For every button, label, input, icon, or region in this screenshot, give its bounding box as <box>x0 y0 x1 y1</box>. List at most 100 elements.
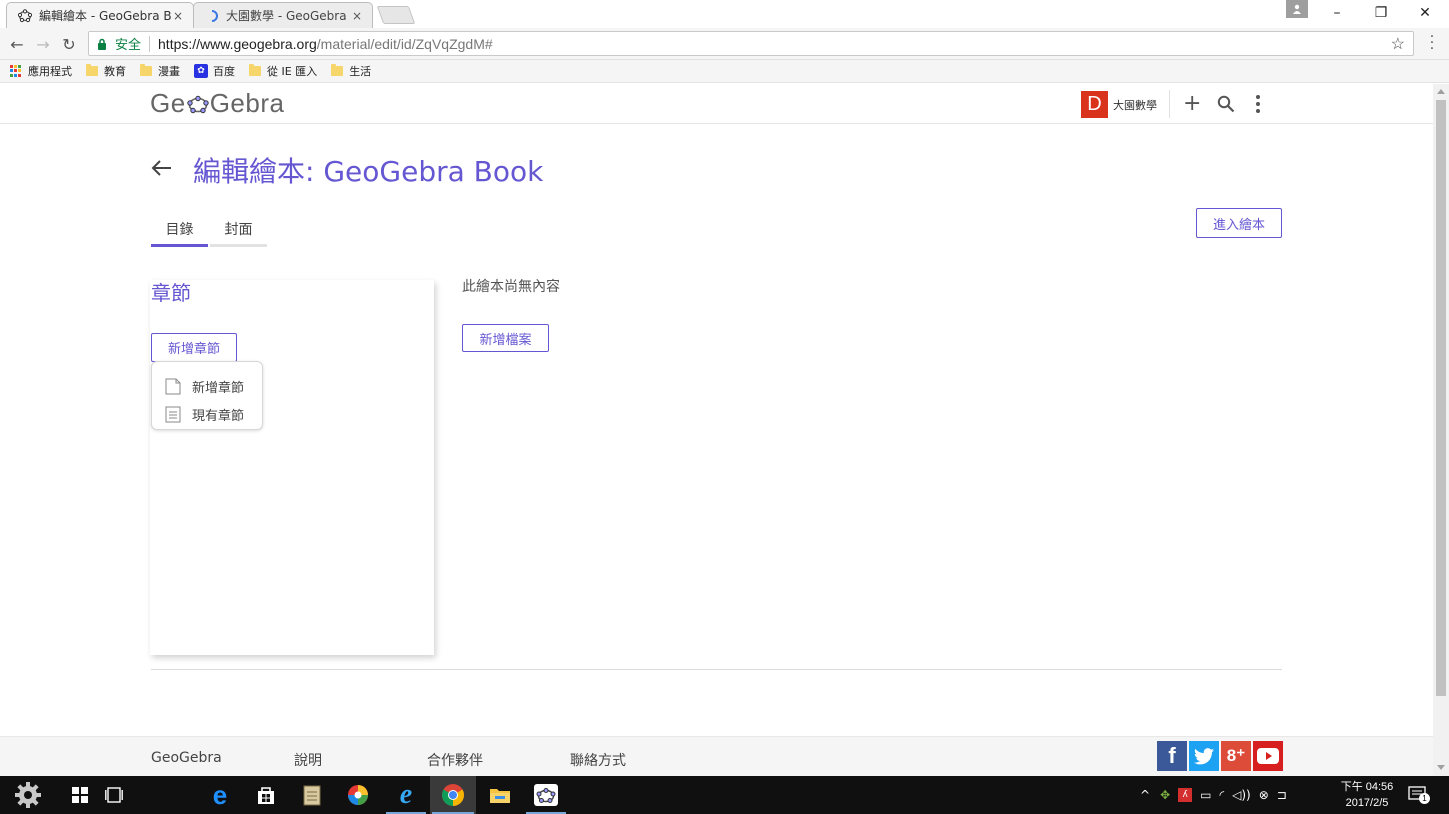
bookmark-life[interactable]: 生活 <box>331 63 371 79</box>
bookmark-imported-ie[interactable]: 從 IE 匯入 <box>249 63 317 79</box>
close-window-button[interactable]: ✕ <box>1403 0 1447 26</box>
menu-item-new-chapter[interactable]: 新增章節 <box>152 372 262 400</box>
geogebra-favicon-icon <box>17 8 33 24</box>
content-divider <box>151 669 1282 670</box>
bookmark-label: 應用程式 <box>28 65 72 78</box>
google-plus-icon[interactable]: 8⁺ <box>1221 741 1251 771</box>
color-wheel-app-icon[interactable] <box>338 776 378 814</box>
internet-explorer-icon[interactable]: e <box>384 776 428 814</box>
page-viewport: Ge Gebra D 大園數學 + 編輯繪本: GeoGebra Book 目錄… <box>0 84 1433 776</box>
reload-button[interactable]: ↻ <box>58 32 80 56</box>
url-path: /material/edit/id/ZqVqZgdM# <box>316 35 493 52</box>
browser-tab-strip: 編輯繪本 - GeoGebra Bo × 大園數學 - GeoGebra × –… <box>0 0 1449 28</box>
geogebra-header: Ge Gebra D 大園數學 + <box>0 84 1433 124</box>
user-avatar[interactable]: D <box>1081 91 1108 118</box>
text-page-icon <box>164 406 181 423</box>
folder-icon <box>331 64 344 76</box>
folder-icon <box>249 64 261 76</box>
bookmark-apps[interactable]: 應用程式 <box>10 63 72 79</box>
footer-link-partners[interactable]: 合作夥伴 <box>427 750 483 770</box>
loading-favicon-icon <box>204 8 220 24</box>
action-center-icon[interactable]: 1 <box>1408 785 1430 805</box>
header-divider <box>1169 90 1170 118</box>
input-method-icon[interactable]: ⊐ <box>1277 788 1287 802</box>
windows-taskbar: e e ^ ✥ ʎ ▭ ◜ ◁)) ⊗ ⊐ 下午 04:56 2017/2/5 … <box>0 776 1449 814</box>
tray-expand-icon[interactable]: ^ <box>1140 788 1150 802</box>
more-options-icon[interactable] <box>1254 95 1262 113</box>
task-view-icon[interactable] <box>96 776 132 814</box>
search-icon[interactable] <box>1217 95 1235 117</box>
windows-start-icon[interactable] <box>62 776 98 814</box>
address-separator <box>149 35 151 52</box>
back-arrow-icon[interactable] <box>150 158 172 182</box>
user-name[interactable]: 大園數學 <box>1113 97 1157 113</box>
browser-tab-edit-book[interactable]: 編輯繪本 - GeoGebra Bo × <box>6 2 194 28</box>
volume-icon[interactable]: ◁)) <box>1232 788 1251 802</box>
taskbar-clock[interactable]: 下午 04:56 2017/2/5 <box>1333 779 1401 811</box>
bookmark-label: 漫畫 <box>158 65 180 78</box>
tab-cover[interactable]: 封面 <box>210 217 267 247</box>
page-scrollbar[interactable] <box>1433 84 1449 776</box>
browser-profile-icon[interactable] <box>1286 0 1308 18</box>
settings-gear-icon[interactable] <box>10 776 46 814</box>
geogebra-logo[interactable]: Ge Gebra <box>150 88 284 119</box>
bookmark-label: 百度 <box>213 65 235 78</box>
youtube-icon[interactable] <box>1253 741 1283 771</box>
scroll-up-icon[interactable] <box>1437 89 1445 94</box>
apps-grid-icon <box>10 65 22 77</box>
wifi-icon[interactable]: ◜ <box>1219 788 1224 802</box>
menu-item-label: 新增章節 <box>192 380 245 396</box>
chrome-icon[interactable] <box>430 776 476 814</box>
restore-button[interactable]: ❐ <box>1359 0 1403 26</box>
empty-book-message: 此繪本尚無內容 <box>462 279 560 295</box>
minimize-button[interactable]: – <box>1315 0 1359 26</box>
baidu-paw-icon: ✿ <box>194 64 208 78</box>
folder-icon <box>140 64 152 76</box>
address-bar[interactable]: 安全 https://www.geogebra.org /material/ed… <box>88 31 1414 56</box>
tab-title: 大園數學 - GeoGebra <box>226 9 347 23</box>
tab-close-icon[interactable]: × <box>350 9 364 23</box>
close-circle-tray-icon[interactable]: ⊗ <box>1259 788 1269 802</box>
scroll-down-icon[interactable] <box>1437 765 1445 770</box>
add-icon[interactable]: + <box>1183 93 1201 115</box>
bookmark-baidu[interactable]: ✿ 百度 <box>194 63 235 79</box>
file-explorer-icon[interactable] <box>478 776 522 814</box>
add-chapter-dropdown: 新增章節 現有章節 <box>151 361 263 430</box>
back-button[interactable]: ← <box>6 32 28 56</box>
add-chapter-button[interactable]: 新增章節 <box>151 333 237 362</box>
battery-icon[interactable]: ▭ <box>1200 788 1211 802</box>
forward-button[interactable]: → <box>32 32 54 56</box>
add-file-button[interactable]: 新增檔案 <box>462 324 549 352</box>
store-icon[interactable] <box>246 776 286 814</box>
footer-link-geogebra[interactable]: GeoGebra <box>151 750 222 766</box>
edge-browser-icon[interactable]: e <box>200 776 240 814</box>
bookmarks-bar: 應用程式 教育 漫畫 ✿ 百度 從 IE 匯入 生活 <box>0 60 1449 83</box>
bookmark-label: 教育 <box>104 65 126 78</box>
tab-contents[interactable]: 目錄 <box>151 217 208 247</box>
new-tab-button[interactable] <box>376 6 416 24</box>
browser-toolbar: ← → ↻ 安全 https://www.geogebra.org /mater… <box>0 28 1449 60</box>
bookmark-star-icon[interactable]: ☆ <box>1391 34 1405 54</box>
enter-book-button[interactable]: 進入繪本 <box>1196 208 1282 238</box>
footer-link-contact[interactable]: 聯絡方式 <box>570 750 626 770</box>
logo-text-right: Gebra <box>209 88 285 118</box>
bookmark-label: 從 IE 匯入 <box>267 65 318 78</box>
footer-link-help[interactable]: 說明 <box>294 750 322 770</box>
facebook-icon[interactable]: f <box>1157 741 1187 771</box>
browser-menu-icon[interactable]: · · · <box>1426 30 1438 56</box>
bookmark-comics[interactable]: 漫畫 <box>140 63 180 79</box>
tab-close-icon[interactable]: × <box>171 9 185 23</box>
notification-count: 1 <box>1419 793 1430 804</box>
browser-tab-dayuan-math[interactable]: 大園數學 - GeoGebra × <box>193 2 373 28</box>
book-tabs: 目錄 封面 <box>151 217 267 247</box>
dropbox-tray-icon[interactable]: ✥ <box>1160 788 1170 802</box>
twitter-icon[interactable] <box>1189 741 1219 771</box>
scrollbar-thumb[interactable] <box>1436 100 1446 696</box>
notepad-app-icon[interactable] <box>292 776 332 814</box>
menu-item-label: 現有章節 <box>192 408 245 424</box>
geogebra-app-icon[interactable] <box>524 776 568 814</box>
antivirus-tray-icon[interactable]: ʎ <box>1178 788 1193 802</box>
menu-item-existing-chapter[interactable]: 現有章節 <box>152 400 262 428</box>
tab-title: 編輯繪本 - GeoGebra Bo <box>39 9 171 23</box>
bookmark-education[interactable]: 教育 <box>86 63 126 79</box>
